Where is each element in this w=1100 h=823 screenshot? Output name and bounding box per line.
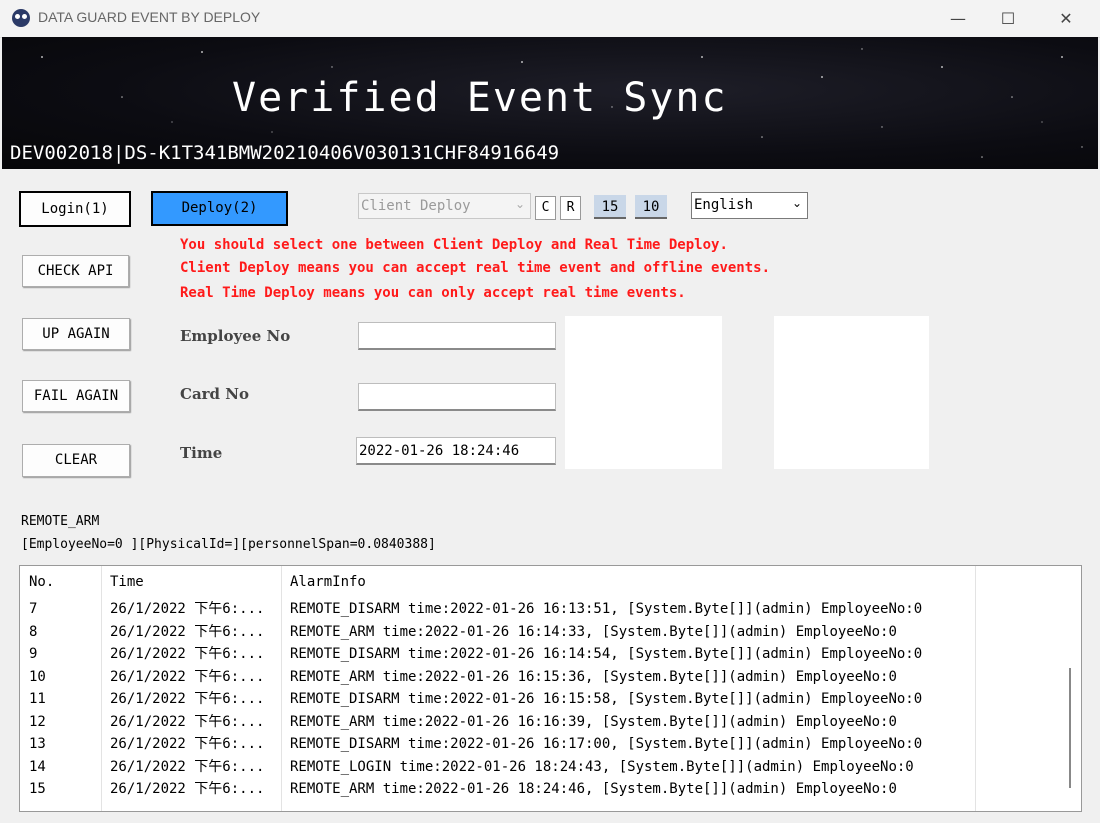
- chevron-down-icon: ⌄: [514, 197, 525, 211]
- photo-box-2: [774, 316, 929, 469]
- up-again-button[interactable]: UP AGAIN: [22, 318, 130, 350]
- table-header: No. Time AlarmInfo: [20, 566, 1081, 598]
- table-row[interactable]: 15 26/1/2022 下午6:... REMOTE_ARM time:2022-…: [20, 778, 1060, 800]
- cell-alarm-info: REMOTE_DISARM time:2022-01-26 16:13:51, …: [290, 601, 923, 617]
- time-input[interactable]: 2022-01-26 18:24:46: [356, 437, 556, 465]
- cell-no: 10: [29, 668, 46, 685]
- deploy-mode-select[interactable]: Client Deploy ⌄: [358, 193, 531, 219]
- cell-alarm-info: REMOTE_DISARM time:2022-01-26 16:14:54, …: [290, 646, 923, 662]
- cell-alarm-info: REMOTE_ARM time:2022-01-26 16:14:33, [Sy…: [290, 623, 897, 640]
- instruction-line-3: Real Time Deploy means you can only acce…: [180, 285, 686, 301]
- cell-no: 13: [29, 736, 46, 752]
- cell-time: 26/1/2022 下午6:...: [110, 646, 265, 662]
- col-header-no[interactable]: No.: [20, 566, 54, 598]
- deploy-button[interactable]: Deploy(2): [151, 191, 288, 226]
- c-button[interactable]: C: [535, 196, 556, 220]
- time-label: Time: [180, 444, 223, 462]
- employee-no-label: Employee No: [180, 327, 291, 345]
- fail-again-button[interactable]: FAIL AGAIN: [22, 380, 130, 412]
- table-row[interactable]: 10 26/1/2022 下午6:... REMOTE_ARM time:2022-…: [20, 666, 1060, 688]
- instruction-line-1: You should select one between Client Dep…: [180, 237, 728, 253]
- clear-button[interactable]: CLEAR: [22, 444, 130, 477]
- minimize-button[interactable]: —: [933, 0, 983, 37]
- cell-no: 11: [29, 691, 46, 707]
- maximize-button[interactable]: ☐: [983, 0, 1033, 37]
- status-event: REMOTE_ARM: [21, 514, 100, 529]
- cell-time: 26/1/2022 下午6:...: [110, 601, 265, 617]
- r-button[interactable]: R: [560, 196, 581, 220]
- check-api-button[interactable]: CHECK API: [22, 255, 129, 287]
- table-row[interactable]: 11 26/1/2022 下午6:... REMOTE_DISARM time:20…: [20, 688, 1060, 710]
- number-field-1[interactable]: 15: [594, 195, 626, 219]
- chevron-down-icon: ⌄: [791, 196, 802, 210]
- banner-title: Verified Event Sync: [232, 75, 728, 121]
- col-header-alarm-info[interactable]: AlarmInfo: [281, 566, 366, 598]
- card-no-input[interactable]: [358, 383, 556, 411]
- status-details: [EmployeeNo=0 ][PhysicalId=][personnelSp…: [21, 537, 436, 552]
- table-row[interactable]: 14 26/1/2022 下午6:... REMOTE_LOGIN time:202…: [20, 756, 1060, 778]
- cell-time: 26/1/2022 下午6:...: [110, 691, 265, 707]
- col-header-time[interactable]: Time: [101, 566, 144, 598]
- card-no-label: Card No: [180, 385, 249, 403]
- header-banner: Verified Event Sync DEV002018|DS-K1T341B…: [2, 37, 1098, 169]
- cell-no: 15: [29, 781, 46, 797]
- table-row[interactable]: 13 26/1/2022 下午6:... REMOTE_DISARM time:20…: [20, 733, 1060, 755]
- number-field-2[interactable]: 10: [635, 195, 667, 219]
- vertical-scrollbar[interactable]: [1059, 566, 1081, 811]
- cell-alarm-info: REMOTE_ARM time:2022-01-26 18:24:46, [Sy…: [290, 781, 897, 797]
- table-row[interactable]: 8 26/1/2022 下午6:... REMOTE_ARM time:2022-0…: [20, 621, 1060, 643]
- scrollbar-thumb[interactable]: [1069, 668, 1071, 788]
- cell-alarm-info: REMOTE_DISARM time:2022-01-26 16:17:00, …: [290, 736, 923, 752]
- table-row[interactable]: 7 26/1/2022 下午6:... REMOTE_DISARM time:202…: [20, 598, 1060, 620]
- cell-time: 26/1/2022 下午6:...: [110, 781, 265, 797]
- cell-no: 9: [29, 646, 38, 662]
- close-button[interactable]: ✕: [1041, 0, 1091, 37]
- cell-time: 26/1/2022 下午6:...: [110, 623, 265, 640]
- cell-no: 14: [29, 758, 46, 775]
- cell-alarm-info: REMOTE_ARM time:2022-01-26 16:15:36, [Sy…: [290, 668, 897, 685]
- cell-no: 8: [29, 623, 38, 640]
- window-title: DATA GUARD EVENT BY DEPLOY: [38, 9, 261, 25]
- cell-time: 26/1/2022 下午6:...: [110, 758, 265, 775]
- photo-box-1: [565, 316, 722, 469]
- event-table[interactable]: No. Time AlarmInfo 7 26/1/2022 下午6:... REM…: [19, 565, 1082, 812]
- device-id: DEV002018|DS-K1T341BMW20210406V030131CHF…: [10, 142, 560, 164]
- table-row[interactable]: 9 26/1/2022 下午6:... REMOTE_DISARM time:202…: [20, 643, 1060, 665]
- app-logo-icon: [12, 9, 30, 27]
- table-row[interactable]: 12 26/1/2022 下午6:... REMOTE_ARM time:2022-…: [20, 711, 1060, 733]
- language-value: English: [694, 197, 754, 213]
- employee-no-input[interactable]: [358, 322, 556, 350]
- cell-alarm-info: REMOTE_ARM time:2022-01-26 16:16:39, [Sy…: [290, 713, 897, 730]
- cell-time: 26/1/2022 下午6:...: [110, 713, 265, 730]
- title-bar: DATA GUARD EVENT BY DEPLOY — ☐ ✕: [0, 0, 1100, 38]
- login-button[interactable]: Login(1): [19, 191, 131, 227]
- cell-alarm-info: REMOTE_LOGIN time:2022-01-26 18:24:43, […: [290, 758, 914, 775]
- cell-no: 7: [29, 601, 38, 617]
- language-select[interactable]: English ⌄: [691, 192, 808, 219]
- cell-time: 26/1/2022 下午6:...: [110, 668, 265, 685]
- cell-alarm-info: REMOTE_DISARM time:2022-01-26 16:15:58, …: [290, 691, 923, 707]
- instruction-line-2: Client Deploy means you can accept real …: [180, 260, 771, 276]
- cell-time: 26/1/2022 下午6:...: [110, 736, 265, 752]
- deploy-mode-value: Client Deploy: [361, 198, 471, 214]
- cell-no: 12: [29, 713, 46, 730]
